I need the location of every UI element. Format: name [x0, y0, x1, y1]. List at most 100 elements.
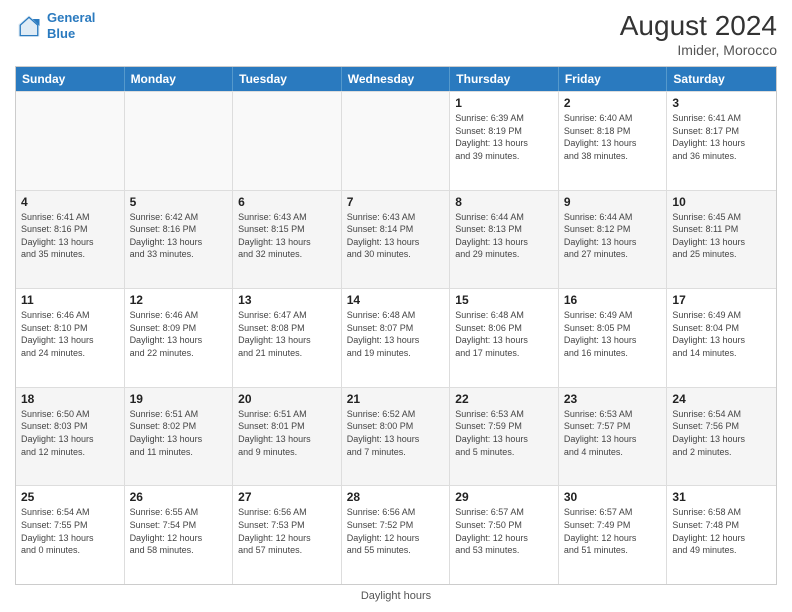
day-info: Sunrise: 6:40 AM Sunset: 8:18 PM Dayligh… — [564, 112, 662, 162]
day-number: 21 — [347, 392, 445, 406]
cal-header-saturday: Saturday — [667, 67, 776, 91]
day-number: 8 — [455, 195, 553, 209]
day-info: Sunrise: 6:57 AM Sunset: 7:50 PM Dayligh… — [455, 506, 553, 556]
day-number: 24 — [672, 392, 771, 406]
day-number: 23 — [564, 392, 662, 406]
cal-header-wednesday: Wednesday — [342, 67, 451, 91]
day-number: 16 — [564, 293, 662, 307]
day-number: 13 — [238, 293, 336, 307]
day-number: 2 — [564, 96, 662, 110]
day-number: 12 — [130, 293, 228, 307]
day-info: Sunrise: 6:50 AM Sunset: 8:03 PM Dayligh… — [21, 408, 119, 458]
cal-header-monday: Monday — [125, 67, 234, 91]
day-info: Sunrise: 6:52 AM Sunset: 8:00 PM Dayligh… — [347, 408, 445, 458]
cal-cell-day-12: 12 Sunrise: 6:46 AM Sunset: 8:09 PM Dayli… — [125, 289, 234, 387]
day-number: 4 — [21, 195, 119, 209]
day-number: 27 — [238, 490, 336, 504]
day-info: Sunrise: 6:56 AM Sunset: 7:52 PM Dayligh… — [347, 506, 445, 556]
day-info: Sunrise: 6:46 AM Sunset: 8:10 PM Dayligh… — [21, 309, 119, 359]
day-number: 10 — [672, 195, 771, 209]
page: General Blue August 2024 Imider, Morocco… — [0, 0, 792, 612]
cal-cell-day-10: 10 Sunrise: 6:45 AM Sunset: 8:11 PM Dayli… — [667, 191, 776, 289]
day-info: Sunrise: 6:39 AM Sunset: 8:19 PM Dayligh… — [455, 112, 553, 162]
cal-cell-day-24: 24 Sunrise: 6:54 AM Sunset: 7:56 PM Dayli… — [667, 388, 776, 486]
cal-cell-day-8: 8 Sunrise: 6:44 AM Sunset: 8:13 PM Daylig… — [450, 191, 559, 289]
day-number: 19 — [130, 392, 228, 406]
location: Imider, Morocco — [620, 42, 777, 58]
logo-general: General — [47, 10, 95, 25]
cal-cell-day-15: 15 Sunrise: 6:48 AM Sunset: 8:06 PM Dayli… — [450, 289, 559, 387]
day-number: 6 — [238, 195, 336, 209]
cal-week-5: 25 Sunrise: 6:54 AM Sunset: 7:55 PM Dayli… — [16, 485, 776, 584]
day-number: 9 — [564, 195, 662, 209]
day-info: Sunrise: 6:53 AM Sunset: 7:59 PM Dayligh… — [455, 408, 553, 458]
cal-cell-day-27: 27 Sunrise: 6:56 AM Sunset: 7:53 PM Dayli… — [233, 486, 342, 584]
day-info: Sunrise: 6:54 AM Sunset: 7:56 PM Dayligh… — [672, 408, 771, 458]
day-number: 11 — [21, 293, 119, 307]
cal-cell-day-22: 22Sunrise: 6:53 AM Sunset: 7:59 PM Dayli… — [450, 388, 559, 486]
day-info: Sunrise: 6:54 AM Sunset: 7:55 PM Dayligh… — [21, 506, 119, 556]
day-info: Sunrise: 6:58 AM Sunset: 7:48 PM Dayligh… — [672, 506, 771, 556]
calendar-body: 1 Sunrise: 6:39 AM Sunset: 8:19 PM Daylig… — [16, 91, 776, 584]
cal-cell-day-31: 31 Sunrise: 6:58 AM Sunset: 7:48 PM Dayli… — [667, 486, 776, 584]
day-info: Sunrise: 6:51 AM Sunset: 8:01 PM Dayligh… — [238, 408, 336, 458]
day-info: Sunrise: 6:49 AM Sunset: 8:05 PM Dayligh… — [564, 309, 662, 359]
footer-label: Daylight hours — [361, 590, 431, 602]
cal-cell-day-3: 3Sunrise: 6:41 AM Sunset: 8:17 PM Daylig… — [667, 92, 776, 190]
cal-week-2: 4 Sunrise: 6:41 AM Sunset: 8:16 PM Daylig… — [16, 190, 776, 289]
day-info: Sunrise: 6:41 AM Sunset: 8:16 PM Dayligh… — [21, 211, 119, 261]
day-number: 1 — [455, 96, 553, 110]
day-number: 15 — [455, 293, 553, 307]
cal-cell-day-23: 23Sunrise: 6:53 AM Sunset: 7:57 PM Dayli… — [559, 388, 668, 486]
cal-cell-day-11: 11 Sunrise: 6:46 AM Sunset: 8:10 PM Dayli… — [16, 289, 125, 387]
cal-cell-day-4: 4 Sunrise: 6:41 AM Sunset: 8:16 PM Daylig… — [16, 191, 125, 289]
day-info: Sunrise: 6:55 AM Sunset: 7:54 PM Dayligh… — [130, 506, 228, 556]
cal-cell-day-13: 13 Sunrise: 6:47 AM Sunset: 8:08 PM Dayli… — [233, 289, 342, 387]
cal-cell-empty — [16, 92, 125, 190]
day-info: Sunrise: 6:43 AM Sunset: 8:15 PM Dayligh… — [238, 211, 336, 261]
day-info: Sunrise: 6:48 AM Sunset: 8:06 PM Dayligh… — [455, 309, 553, 359]
day-info: Sunrise: 6:56 AM Sunset: 7:53 PM Dayligh… — [238, 506, 336, 556]
day-info: Sunrise: 6:44 AM Sunset: 8:13 PM Dayligh… — [455, 211, 553, 261]
day-number: 7 — [347, 195, 445, 209]
logo-text: General Blue — [47, 10, 95, 41]
cal-week-1: 1 Sunrise: 6:39 AM Sunset: 8:19 PM Daylig… — [16, 91, 776, 190]
cal-week-3: 11 Sunrise: 6:46 AM Sunset: 8:10 PM Dayli… — [16, 288, 776, 387]
day-info: Sunrise: 6:46 AM Sunset: 8:09 PM Dayligh… — [130, 309, 228, 359]
logo-blue: Blue — [47, 26, 75, 41]
cal-cell-empty — [233, 92, 342, 190]
cal-cell-day-17: 17Sunrise: 6:49 AM Sunset: 8:04 PM Dayli… — [667, 289, 776, 387]
cal-cell-day-20: 20 Sunrise: 6:51 AM Sunset: 8:01 PM Dayli… — [233, 388, 342, 486]
cal-cell-day-14: 14Sunrise: 6:48 AM Sunset: 8:07 PM Dayli… — [342, 289, 451, 387]
day-info: Sunrise: 6:43 AM Sunset: 8:14 PM Dayligh… — [347, 211, 445, 261]
cal-cell-day-25: 25 Sunrise: 6:54 AM Sunset: 7:55 PM Dayli… — [16, 486, 125, 584]
day-number: 29 — [455, 490, 553, 504]
cal-header-tuesday: Tuesday — [233, 67, 342, 91]
cal-cell-day-9: 9 Sunrise: 6:44 AM Sunset: 8:12 PM Daylig… — [559, 191, 668, 289]
cal-cell-day-1: 1 Sunrise: 6:39 AM Sunset: 8:19 PM Daylig… — [450, 92, 559, 190]
cal-header-thursday: Thursday — [450, 67, 559, 91]
month-year: August 2024 — [620, 10, 777, 42]
cal-cell-empty — [125, 92, 234, 190]
cal-cell-empty — [342, 92, 451, 190]
day-number: 25 — [21, 490, 119, 504]
cal-cell-day-26: 26 Sunrise: 6:55 AM Sunset: 7:54 PM Dayli… — [125, 486, 234, 584]
day-info: Sunrise: 6:57 AM Sunset: 7:49 PM Dayligh… — [564, 506, 662, 556]
cal-cell-day-30: 30 Sunrise: 6:57 AM Sunset: 7:49 PM Dayli… — [559, 486, 668, 584]
day-number: 31 — [672, 490, 771, 504]
day-number: 30 — [564, 490, 662, 504]
footer: Daylight hours — [15, 590, 777, 602]
day-number: 26 — [130, 490, 228, 504]
cal-cell-day-18: 18Sunrise: 6:50 AM Sunset: 8:03 PM Dayli… — [16, 388, 125, 486]
day-number: 20 — [238, 392, 336, 406]
day-number: 3 — [672, 96, 771, 110]
header: General Blue August 2024 Imider, Morocco — [15, 10, 777, 58]
day-info: Sunrise: 6:47 AM Sunset: 8:08 PM Dayligh… — [238, 309, 336, 359]
day-info: Sunrise: 6:44 AM Sunset: 8:12 PM Dayligh… — [564, 211, 662, 261]
cal-cell-day-5: 5Sunrise: 6:42 AM Sunset: 8:16 PM Daylig… — [125, 191, 234, 289]
cal-cell-day-16: 16 Sunrise: 6:49 AM Sunset: 8:05 PM Dayli… — [559, 289, 668, 387]
calendar: SundayMondayTuesdayWednesdayThursdayFrid… — [15, 66, 777, 585]
title-block: August 2024 Imider, Morocco — [620, 10, 777, 58]
day-info: Sunrise: 6:45 AM Sunset: 8:11 PM Dayligh… — [672, 211, 771, 261]
calendar-header-row: SundayMondayTuesdayWednesdayThursdayFrid… — [16, 67, 776, 91]
